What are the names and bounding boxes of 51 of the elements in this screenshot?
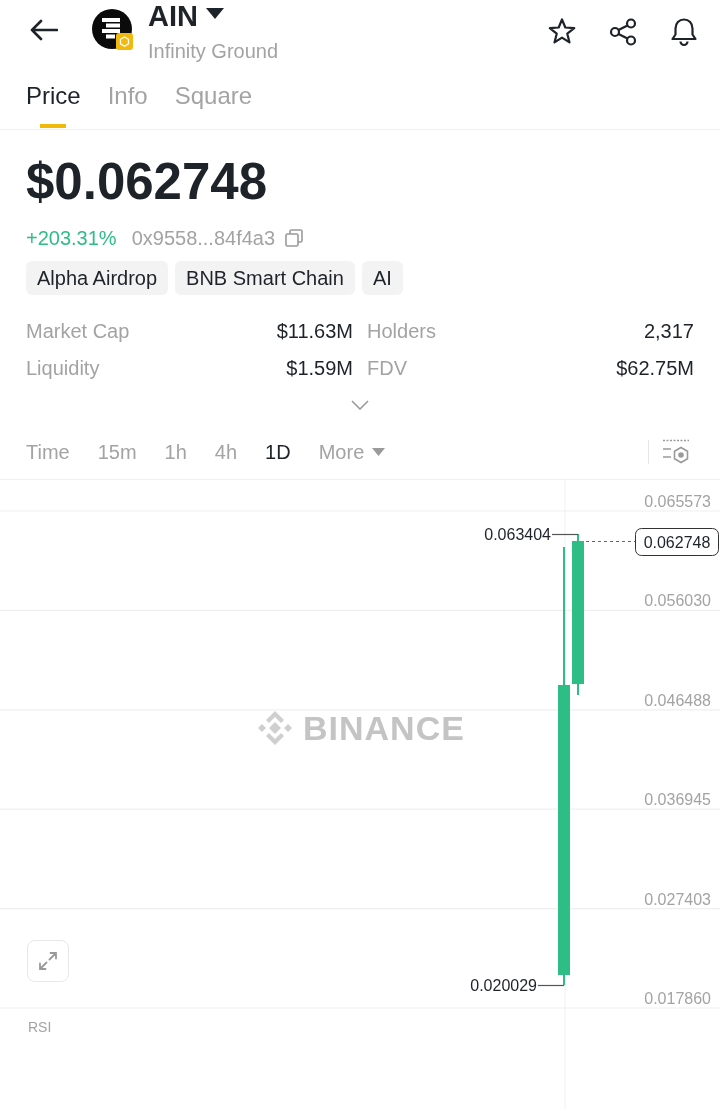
expand-button[interactable] xyxy=(27,940,69,982)
stat-label: Holders xyxy=(367,320,436,343)
bell-icon[interactable] xyxy=(669,17,699,47)
leader-line xyxy=(537,984,565,987)
caret-icon xyxy=(372,447,386,456)
chevron-down-icon[interactable] xyxy=(351,400,369,410)
share-icon[interactable] xyxy=(608,17,638,47)
timeframe-tab[interactable]: 1D xyxy=(265,439,291,464)
indicator-label: RSI xyxy=(28,1019,52,1035)
contract-address: 0x9558...84f4a3 xyxy=(131,226,276,250)
last-price-label: 0.062748 xyxy=(635,528,719,556)
timeframe-tab[interactable]: 4h xyxy=(214,439,238,464)
star-icon[interactable] xyxy=(547,17,577,47)
tag: Alpha Airdrop xyxy=(26,261,169,295)
low-price-label: 0.020029 xyxy=(470,977,537,994)
token-selector[interactable]: AIN xyxy=(148,0,224,32)
timeframe-tab[interactable]: 15m xyxy=(97,439,137,464)
expand-icon xyxy=(37,950,59,972)
price-line xyxy=(585,540,636,543)
back-arrow-icon[interactable] xyxy=(30,19,58,41)
stat-value: $1.59M xyxy=(286,357,353,380)
stat-label: Market Cap xyxy=(26,320,130,343)
leader-line xyxy=(551,533,579,536)
chart-settings-icon[interactable] xyxy=(662,438,690,465)
tag: BNB Smart Chain xyxy=(175,261,355,295)
axis-label: 0.017860 xyxy=(644,990,711,1007)
price-change: +203.31% xyxy=(26,226,117,250)
copy-icon[interactable] xyxy=(285,229,304,247)
axis-label: 0.046488 xyxy=(644,691,711,709)
caret-icon xyxy=(205,7,224,19)
timeframe-tab[interactable]: Time xyxy=(26,439,70,464)
stat-label: Liquidity xyxy=(26,357,100,380)
axis-label: 0.027403 xyxy=(644,890,711,908)
tab[interactable]: Price xyxy=(26,68,81,129)
axis-label: 0.036945 xyxy=(644,791,711,809)
axis-label: 0.065573 xyxy=(644,493,711,510)
high-price-label: 0.063404 xyxy=(484,526,551,543)
tag: AI xyxy=(361,261,403,295)
stat-value: 2,317 xyxy=(643,320,694,343)
price-value: $0.062748 xyxy=(26,153,268,211)
timeframe-tab[interactable]: 1h xyxy=(164,439,187,464)
token-logo-icon xyxy=(92,9,134,51)
stat-label: FDV xyxy=(367,357,407,380)
axis-label: 0.056030 xyxy=(644,592,711,610)
timeframe-tab[interactable]: More xyxy=(318,439,386,464)
tab[interactable]: Square xyxy=(174,68,253,129)
watermark-text: BINANCE xyxy=(303,708,465,748)
stat-value: $62.75M xyxy=(616,357,694,380)
stat-value: $11.63M xyxy=(276,320,353,343)
token-name: Infinity Ground xyxy=(148,39,279,63)
tab[interactable]: Info xyxy=(107,68,148,129)
